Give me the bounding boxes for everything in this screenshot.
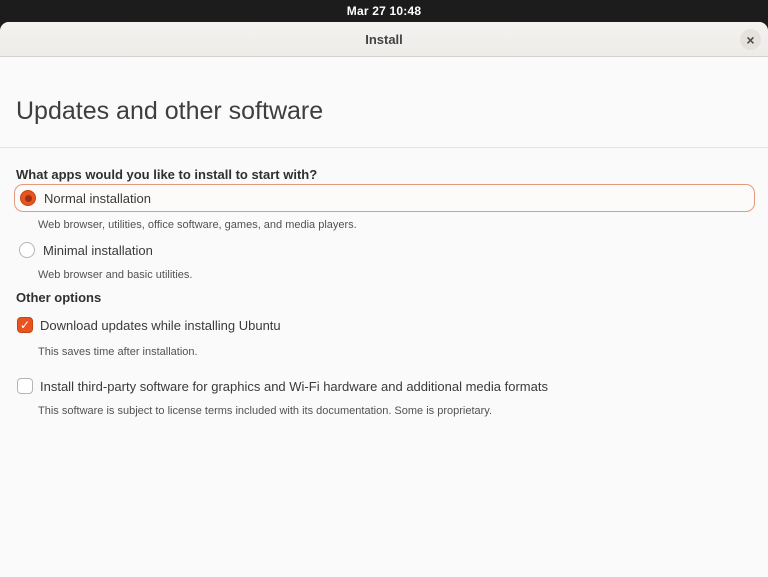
radio-selected-icon[interactable] (20, 190, 36, 206)
radio-unselected-icon[interactable] (19, 242, 35, 258)
page-content: Updates and other software What apps wou… (0, 57, 768, 577)
checkbox-download-updates-label: Download updates while installing Ubuntu (40, 317, 281, 333)
window-titlebar: Install × (0, 22, 768, 57)
checkbox-download-updates[interactable]: ✓ Download updates while installing Ubun… (17, 317, 281, 333)
desktop-top-bar: Mar 27 10:48 (0, 0, 768, 22)
checkmark-icon: ✓ (19, 318, 31, 332)
checkbox-third-party[interactable]: Install third-party software for graphic… (17, 378, 548, 394)
page-title: Updates and other software (16, 97, 324, 125)
clock: Mar 27 10:48 (346, 4, 422, 18)
checkbox-download-updates-description: This saves time after installation. (38, 346, 198, 358)
checkbox-checked-icon[interactable]: ✓ (17, 317, 33, 333)
checkbox-third-party-description: This software is subject to license term… (38, 405, 493, 417)
radio-minimal-label: Minimal installation (43, 242, 153, 258)
radio-minimal-description: Web browser and basic utilities. (38, 269, 193, 281)
radio-dot (24, 194, 32, 202)
radio-normal-installation[interactable]: Normal installation (14, 184, 755, 212)
screen: Mar 27 10:48 Install × Updates and other… (0, 0, 768, 577)
question-label: What apps would you like to install to s… (16, 167, 318, 182)
window-title: Install (365, 31, 403, 47)
radio-normal-label: Normal installation (44, 190, 151, 206)
installer-window: Install × Updates and other software Wha… (0, 22, 768, 577)
checkbox-unchecked-icon[interactable] (17, 378, 33, 394)
checkbox-third-party-label: Install third-party software for graphic… (40, 378, 548, 394)
close-icon: × (746, 31, 755, 48)
close-button[interactable]: × (740, 29, 761, 50)
header-divider (0, 147, 768, 148)
radio-minimal-installation[interactable]: Minimal installation (19, 240, 153, 260)
radio-normal-description: Web browser, utilities, office software,… (38, 219, 357, 231)
other-options-label: Other options (16, 290, 102, 305)
